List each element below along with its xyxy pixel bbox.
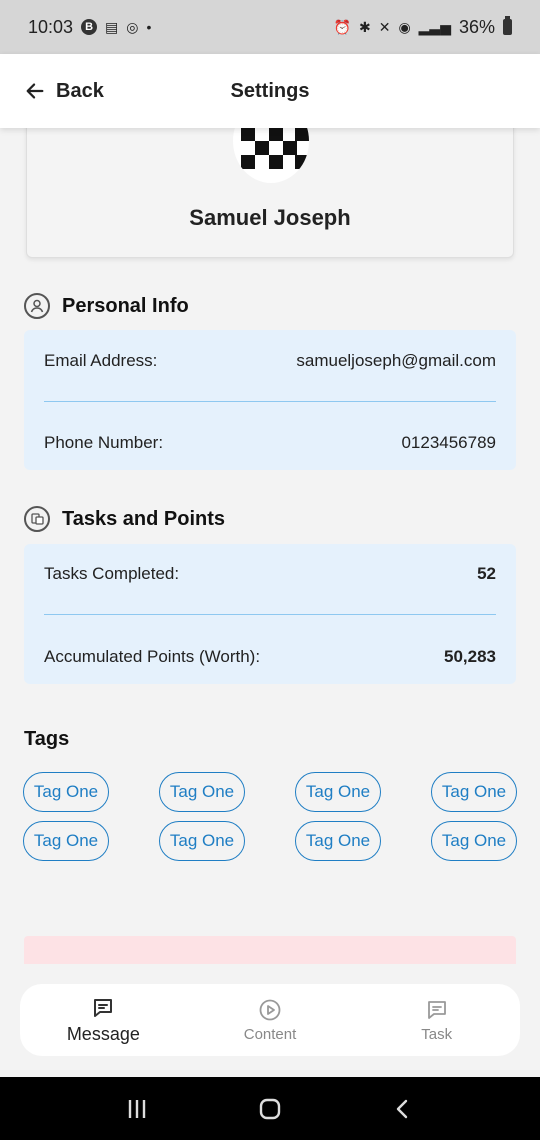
divider [44,614,496,615]
points-row: Accumulated Points (Worth): 50,283 [44,647,496,667]
phone-label: Phone Number: [44,433,164,452]
system-back-button[interactable] [373,1089,433,1129]
battery-icon [503,16,512,35]
back-button[interactable]: Back [24,80,104,103]
arrow-left-icon [26,83,44,99]
tag-chip[interactable]: Tag One [159,821,245,861]
tasks-completed-value: 52 [477,564,496,583]
system-nav-bar [0,1077,540,1140]
mute-icon: ✕ [378,19,391,35]
personal-info-title: Personal Info [62,294,189,317]
bluetooth-icon: ✱ [358,19,371,35]
phone-row: Phone Number: 0123456789 [44,433,496,453]
email-row: Email Address: samueljoseph@gmail.com [44,351,496,371]
points-value: 50,283 [444,647,496,666]
tag-chip[interactable]: Tag One [295,821,381,861]
tasks-points-heading: Tasks and Points [24,506,225,532]
tag-chip[interactable]: Tag One [159,772,245,812]
battery-percent: 36% [458,16,495,37]
phone-value: 0123456789 [401,433,496,452]
email-label: Email Address: [44,351,158,370]
bottom-nav: Message Content Task [20,984,520,1056]
tag-chip[interactable]: Tag One [23,772,109,812]
nav-task-label: Task [421,1025,453,1043]
personal-info-heading: Personal Info [24,293,189,319]
tasks-completed-row: Tasks Completed: 52 [44,564,496,584]
home-icon [259,1098,281,1119]
tag-chip[interactable]: Tag One [23,821,109,861]
tasks-points-title: Tasks and Points [62,507,226,530]
b-app-icon: B [81,19,98,35]
calendar-icon: ▤ [105,19,119,35]
email-value: samueljoseph@gmail.com [296,351,496,370]
app-header: Back Settings [0,54,540,128]
nav-message[interactable]: Message [20,984,187,1056]
coins-icon [24,506,50,532]
task-icon [427,1000,446,1019]
tasks-points-card: Tasks Completed: 52 Accumulated Points (… [24,544,516,684]
tasks-completed-label: Tasks Completed: [44,564,180,583]
tag-chip[interactable]: Tag One [431,821,517,861]
signal-icon: ▂▃▅ [418,19,451,35]
chevron-left-icon [397,1099,408,1118]
alarm-icon: ⏰ [333,19,351,35]
divider [44,401,496,402]
tag-chip[interactable]: Tag One [431,772,517,812]
nav-task[interactable]: Task [353,984,520,1056]
dot-icon: • [146,19,152,35]
profile-card: Samuel Joseph [26,110,514,258]
nav-message-label: Message [66,1023,140,1044]
profile-name: Samuel Joseph [189,205,351,230]
recents-icon [128,1099,145,1118]
hotspot-icon: ◉ [398,19,411,35]
user-icon [24,293,50,319]
nav-content-label: Content [243,1025,297,1043]
status-bar: 10:03 B ▤ ◎ • ⏰ ✱ ✕ ◉ ▂▃▅ 36% [0,0,540,54]
personal-info-card: Email Address: samueljoseph@gmail.com Ph… [24,330,516,470]
status-time: 10:03 [28,16,74,37]
message-icon [94,998,113,1017]
home-button[interactable] [240,1089,300,1129]
play-icon [259,999,281,1020]
tag-chip[interactable]: Tag One [295,772,381,812]
whatsapp-icon: ◎ [126,19,139,35]
tags-title: Tags [24,728,70,750]
nav-content[interactable]: Content [187,984,354,1056]
recents-button[interactable] [107,1089,167,1129]
points-label: Accumulated Points (Worth): [44,647,261,666]
back-label: Back [56,79,104,102]
